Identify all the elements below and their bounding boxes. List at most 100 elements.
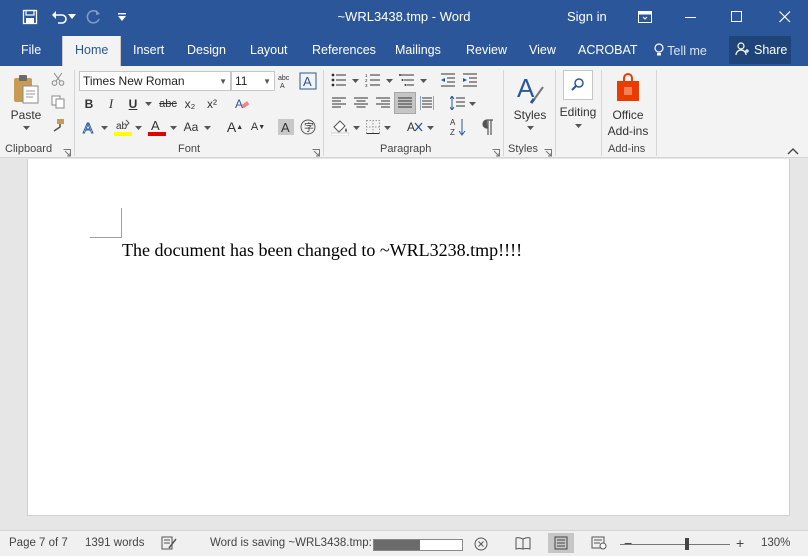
print-layout-icon[interactable] <box>548 533 574 553</box>
line-spacing-dropdown-icon[interactable] <box>467 99 477 109</box>
chevron-down-icon[interactable]: ▼ <box>263 77 271 86</box>
tab-references[interactable]: References <box>312 43 376 57</box>
customize-qat-icon[interactable] <box>112 7 132 27</box>
grow-font-button[interactable]: A ▲ <box>226 117 244 137</box>
format-painter-icon[interactable] <box>50 117 66 133</box>
find-icon[interactable] <box>563 70 593 100</box>
shading-icon[interactable] <box>330 117 350 137</box>
borders-dropdown-icon[interactable] <box>382 123 392 133</box>
tab-design[interactable]: Design <box>187 43 226 57</box>
styles-dropdown-icon[interactable] <box>525 124 535 132</box>
justify-icon[interactable] <box>394 92 416 114</box>
redo-icon[interactable] <box>84 7 104 27</box>
strikethrough-button[interactable]: abc <box>157 95 179 113</box>
paste-dropdown-icon[interactable] <box>20 124 32 132</box>
cut-icon[interactable] <box>50 71 66 87</box>
multilevel-list-icon[interactable] <box>398 71 416 89</box>
borders-icon[interactable] <box>364 117 382 137</box>
zoom-out-icon[interactable]: − <box>624 535 632 551</box>
document-page[interactable]: The document has been changed to ~WRL323… <box>27 159 790 516</box>
change-case-button[interactable]: Aa <box>181 117 201 137</box>
align-center-icon[interactable] <box>352 94 370 112</box>
character-border-icon[interactable]: A <box>298 71 318 91</box>
shading-dropdown-icon[interactable] <box>351 123 361 133</box>
tab-layout[interactable]: Layout <box>250 43 288 57</box>
line-spacing-icon[interactable] <box>449 94 467 112</box>
bullets-dropdown-icon[interactable] <box>350 76 360 86</box>
office-addins-button[interactable]: Office Add-ins <box>604 107 652 139</box>
numbering-dropdown-icon[interactable] <box>384 76 394 86</box>
increase-indent-icon[interactable] <box>461 71 479 89</box>
share-button[interactable]: Share <box>729 36 791 64</box>
cancel-save-icon[interactable] <box>474 537 488 554</box>
tab-acrobat[interactable]: ACROBAT <box>578 43 638 57</box>
text-effects-icon[interactable]: A <box>82 118 98 136</box>
minimize-icon[interactable] <box>668 0 714 34</box>
shrink-font-button[interactable]: A ▼ <box>249 117 267 137</box>
tab-view[interactable]: View <box>529 43 556 57</box>
paste-label[interactable]: Paste <box>8 108 44 122</box>
sort-icon[interactable]: AZ <box>449 116 467 138</box>
font-name-combo[interactable]: Times New Roman ▼ <box>79 71 231 91</box>
styles-icon[interactable]: A <box>513 71 547 107</box>
bullets-icon[interactable] <box>330 71 348 89</box>
align-right-icon[interactable] <box>374 94 392 112</box>
editing-dropdown-icon[interactable] <box>573 122 583 130</box>
tab-insert[interactable]: Insert <box>133 43 164 57</box>
font-launcher-icon[interactable] <box>312 146 320 157</box>
subscript-button[interactable]: x₂ <box>182 95 198 113</box>
styles-launcher-icon[interactable] <box>544 146 552 157</box>
tab-review[interactable]: Review <box>466 43 507 57</box>
asian-layout-icon[interactable]: A <box>405 117 425 137</box>
styles-label[interactable]: Styles <box>511 108 549 122</box>
font-color-dropdown-icon[interactable] <box>168 123 178 133</box>
word-count[interactable]: 1391 words <box>85 537 144 549</box>
copy-icon[interactable] <box>50 94 66 110</box>
save-icon[interactable] <box>20 7 40 27</box>
show-formatting-marks-icon[interactable] <box>479 117 497 137</box>
tab-mailings[interactable]: Mailings <box>395 43 441 57</box>
distributed-icon[interactable] <box>418 94 436 112</box>
maximize-icon[interactable] <box>714 0 760 34</box>
ribbon-display-options-icon[interactable] <box>622 0 668 34</box>
zoom-in-icon[interactable]: + <box>736 535 744 551</box>
office-store-icon[interactable] <box>612 71 644 105</box>
paste-icon[interactable] <box>8 72 44 106</box>
undo-dropdown-icon[interactable] <box>66 7 78 27</box>
sign-in-link[interactable]: Sign in <box>567 9 607 24</box>
font-size-combo[interactable]: 11 ▼ <box>231 71 275 91</box>
change-case-dropdown-icon[interactable] <box>202 123 212 133</box>
superscript-button[interactable]: x² <box>204 95 220 113</box>
tell-me-box[interactable]: Tell me <box>654 43 707 60</box>
italic-button[interactable]: I <box>103 95 119 113</box>
close-icon[interactable] <box>762 0 808 34</box>
paragraph-launcher-icon[interactable] <box>492 146 500 157</box>
highlight-dropdown-icon[interactable] <box>133 123 143 133</box>
tab-home[interactable]: Home <box>62 36 122 66</box>
underline-button[interactable]: U <box>125 95 141 113</box>
change-case-abc-icon[interactable]: abc A <box>278 72 294 90</box>
zoom-level[interactable]: 130% <box>761 537 790 549</box>
read-mode-icon[interactable] <box>515 536 531 553</box>
proofing-icon[interactable] <box>161 536 177 554</box>
web-layout-icon[interactable] <box>591 536 607 553</box>
editing-label[interactable]: Editing <box>557 105 599 119</box>
document-text[interactable]: The document has been changed to ~WRL323… <box>122 240 522 261</box>
bold-button[interactable]: B <box>81 95 97 113</box>
clipboard-launcher-icon[interactable] <box>63 146 71 157</box>
zoom-slider-thumb[interactable] <box>685 538 689 550</box>
collapse-ribbon-icon[interactable] <box>787 144 799 155</box>
highlight-icon[interactable]: ab <box>113 117 133 137</box>
page-count[interactable]: Page 7 of 7 <box>9 537 68 549</box>
align-left-icon[interactable] <box>330 94 348 112</box>
underline-dropdown-icon[interactable] <box>143 99 153 109</box>
asian-layout-dropdown-icon[interactable] <box>425 123 435 133</box>
clear-formatting-icon[interactable]: A <box>233 95 251 113</box>
numbering-icon[interactable]: 123 <box>364 71 382 89</box>
enclose-characters-icon[interactable]: 字 <box>299 117 317 137</box>
font-color-icon[interactable]: A <box>148 117 166 137</box>
character-shading-icon[interactable]: A <box>278 117 294 137</box>
chevron-down-icon[interactable]: ▼ <box>219 77 227 86</box>
text-effects-dropdown-icon[interactable] <box>99 123 109 133</box>
tab-file[interactable]: File <box>21 43 41 57</box>
